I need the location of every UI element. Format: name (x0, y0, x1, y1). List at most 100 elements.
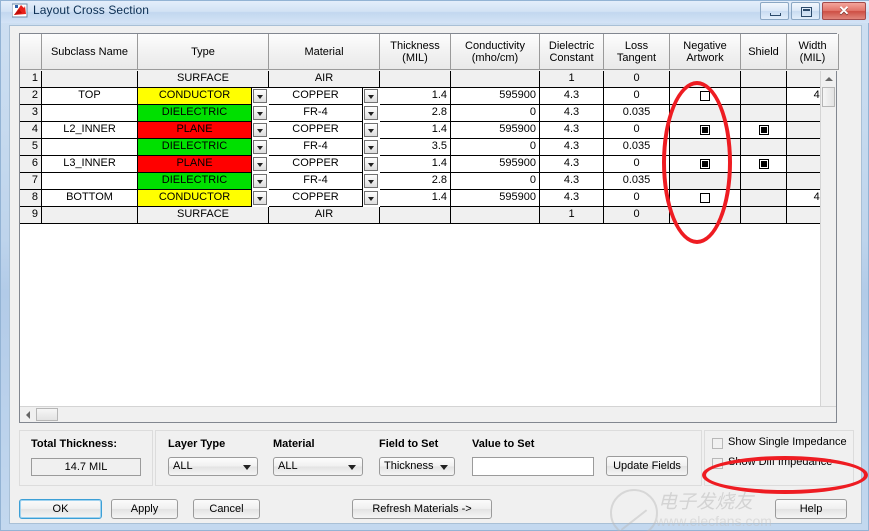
grid-cell-shield[interactable] (741, 71, 787, 88)
grid-cell-dielectric[interactable]: 4.3 (540, 173, 604, 190)
grid-cell-material[interactable]: COPPER (269, 88, 363, 105)
table-row[interactable]: 6 L3_INNER PLANE COPPER 1.4 595900 4.3 0 (20, 156, 821, 173)
grid-cell-dielectric[interactable]: 1 (540, 71, 604, 88)
grid-cell-dielectric[interactable]: 4.3 (540, 156, 604, 173)
grid-cell-thickness[interactable]: 2.8 (380, 105, 451, 122)
grid-cell-thickness[interactable]: 1.4 (380, 88, 451, 105)
grid-cell-thickness[interactable] (380, 207, 451, 224)
grid-cell-negative-artwork[interactable] (670, 105, 741, 122)
negative-artwork-checkbox[interactable] (700, 91, 710, 101)
grid-cell-type[interactable]: DIELECTRIC (138, 105, 252, 122)
grid-material-dropdown-button[interactable] (364, 174, 378, 188)
table-row[interactable]: 2TOPCONDUCTOR COPPER 1.45959004.30 4.40 (20, 88, 821, 105)
refresh-materials-button[interactable]: Refresh Materials -> (352, 499, 492, 519)
maximize-button[interactable] (791, 2, 820, 20)
table-row[interactable]: 4 L2_INNER PLANE COPPER 1.4 595900 4.3 0 (20, 122, 821, 139)
grid-cell-width[interactable] (787, 173, 821, 190)
grid-cell-negative-artwork[interactable] (670, 139, 741, 156)
grid-vertical-scrollbar[interactable] (820, 71, 836, 407)
grid-cell-subclass[interactable] (42, 173, 138, 190)
grid-cell-width[interactable]: 4.40 (787, 88, 821, 105)
value-to-set-input[interactable] (472, 457, 594, 476)
grid-cell-material[interactable]: AIR (269, 71, 380, 88)
close-button[interactable]: ✕ (822, 2, 866, 20)
grid-material-dropdown-button[interactable] (364, 191, 378, 205)
grid-cell-subclass[interactable]: L3_INNER (42, 156, 138, 173)
grid-cell-subclass[interactable] (42, 139, 138, 156)
grid-horizontal-scrollbar[interactable] (20, 406, 836, 422)
layer-type-select[interactable]: ALL (168, 457, 258, 476)
title-bar[interactable]: Layout Cross Section ✕ (1, 1, 869, 23)
grid-type-dropdown-button[interactable] (253, 174, 267, 188)
grid-cell-negative-artwork[interactable] (670, 190, 741, 207)
grid-cell-type[interactable]: CONDUCTOR (138, 88, 252, 105)
grid-material-dropdown-button[interactable] (364, 106, 378, 120)
scroll-left-icon[interactable] (20, 407, 35, 422)
grid-row-number[interactable]: 4 (20, 122, 42, 139)
grid-row-number[interactable]: 2 (20, 88, 42, 105)
table-row[interactable]: 5 DIELECTRIC FR-4 3.5 0 4.3 0.035 (20, 139, 821, 156)
grid-cell-material[interactable]: FR-4 (269, 139, 363, 156)
grid-cell-loss[interactable]: 0 (604, 207, 670, 224)
shield-checkbox[interactable] (758, 159, 769, 169)
grid-cell-subclass[interactable] (42, 207, 138, 224)
grid-cell-shield[interactable] (741, 207, 787, 224)
grid-cell-conductivity[interactable] (451, 71, 540, 88)
grid-column-header-type[interactable]: Type (138, 34, 269, 70)
grid-cell-negative-artwork[interactable] (670, 71, 741, 88)
grid-type-dropdown-button[interactable] (253, 157, 267, 171)
grid-cell-shield[interactable] (741, 105, 787, 122)
grid-cell-thickness[interactable]: 1.4 (380, 122, 451, 139)
grid-cell-material[interactable]: COPPER (269, 190, 363, 207)
grid-cell-loss[interactable]: 0 (604, 122, 670, 139)
grid-cell-conductivity[interactable]: 595900 (451, 190, 540, 207)
grid-cell-shield[interactable] (741, 122, 787, 139)
update-fields-button[interactable]: Update Fields (606, 456, 688, 476)
ok-button[interactable]: OK (19, 499, 102, 519)
grid-cell-loss[interactable]: 0 (604, 190, 670, 207)
grid-cell-thickness[interactable]: 1.4 (380, 190, 451, 207)
grid-cell-type[interactable]: CONDUCTOR (138, 190, 252, 207)
grid-cell-dielectric[interactable]: 4.3 (540, 139, 604, 156)
grid-column-header-loss[interactable]: Loss Tangent (604, 34, 670, 70)
grid-cell-material[interactable]: AIR (269, 207, 380, 224)
grid-cell-material[interactable]: COPPER (269, 122, 363, 139)
cross-section-grid[interactable]: Subclass Name Type Material Thickness (MIL) C… (19, 33, 839, 423)
grid-cell-material[interactable]: FR-4 (269, 105, 363, 122)
grid-cell-conductivity[interactable]: 0 (451, 173, 540, 190)
grid-column-header-width[interactable]: Width (MIL) (787, 34, 839, 70)
negative-artwork-checkbox[interactable] (700, 159, 710, 169)
grid-cell-loss[interactable]: 0.035 (604, 173, 670, 190)
grid-cell-subclass[interactable]: TOP (42, 88, 138, 105)
grid-column-header-thickness[interactable]: Thickness (MIL) (380, 34, 451, 70)
material-filter-select[interactable]: ALL (273, 457, 363, 476)
grid-body[interactable]: 1 SURFACE AIR 1 0 2 TOP CONDUCTOR COPPER 1.4 59590… (20, 71, 821, 407)
grid-cell-width[interactable] (787, 122, 821, 139)
show-single-impedance-checkbox[interactable] (712, 438, 723, 449)
grid-type-dropdown-button[interactable] (253, 89, 267, 103)
grid-column-header-material[interactable]: Material (269, 34, 380, 70)
cancel-button[interactable]: Cancel (193, 499, 260, 519)
grid-column-header-dielectric[interactable]: Dielectric Constant (540, 34, 604, 70)
grid-row-number[interactable]: 6 (20, 156, 42, 173)
grid-cell-loss[interactable]: 0.035 (604, 139, 670, 156)
grid-material-dropdown-button[interactable] (364, 157, 378, 171)
grid-cell-negative-artwork[interactable] (670, 122, 741, 139)
negative-artwork-checkbox[interactable] (700, 125, 710, 135)
horizontal-scroll-thumb[interactable] (36, 408, 58, 421)
grid-cell-dielectric[interactable]: 4.3 (540, 88, 604, 105)
field-to-set-select[interactable]: Thickness (379, 457, 455, 476)
grid-cell-negative-artwork[interactable] (670, 156, 741, 173)
grid-material-dropdown-button[interactable] (364, 89, 378, 103)
grid-cell-type[interactable]: DIELECTRIC (138, 173, 252, 190)
grid-type-dropdown-button[interactable] (253, 123, 267, 137)
grid-type-dropdown-button[interactable] (253, 191, 267, 205)
scroll-up-icon[interactable] (821, 71, 836, 86)
grid-row-number[interactable]: 9 (20, 207, 42, 224)
grid-cell-loss[interactable]: 0 (604, 156, 670, 173)
table-row[interactable]: 9 SURFACE AIR 1 0 (20, 207, 821, 224)
help-button[interactable]: Help (775, 499, 847, 519)
grid-column-header-conductivity[interactable]: Conductivity (mho/cm) (451, 34, 540, 70)
grid-cell-conductivity[interactable] (451, 207, 540, 224)
table-row[interactable]: 1 SURFACE AIR 1 0 (20, 71, 821, 88)
